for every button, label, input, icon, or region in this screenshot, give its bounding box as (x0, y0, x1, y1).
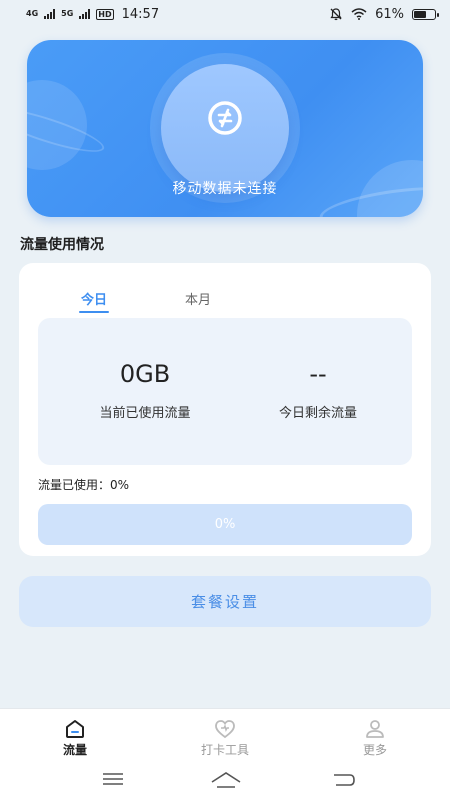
used-traffic-value: 0GB (119, 360, 171, 388)
heart-icon (215, 720, 235, 739)
home-nav-icon[interactable] (210, 770, 242, 790)
section-title: 流量使用情况 (20, 237, 104, 253)
home-icon (66, 720, 84, 738)
battery-percent: 61% (375, 6, 404, 22)
signal-bars-icon (79, 9, 91, 19)
usage-stats-box: 0GB 当前已使用流量 -- 今日剩余流量 (38, 318, 412, 465)
nav-item-traffic[interactable]: 流量 (15, 709, 135, 763)
mobile-data-off-icon (208, 101, 242, 135)
tab-month[interactable]: 本月 (185, 289, 211, 308)
wifi-icon (351, 8, 367, 20)
nav-label-checkin-tools: 打卡工具 (200, 743, 249, 757)
tab-today[interactable]: 今日 (78, 289, 110, 313)
usage-progress-bar: 0% (38, 504, 412, 545)
mute-bell-icon (330, 8, 342, 21)
back-icon[interactable] (332, 770, 356, 790)
status-time: 14:57 (121, 6, 160, 22)
status-bar: 4G 5G HD 14:57 61% (0, 0, 450, 28)
nav-label-more: 更多 (362, 743, 387, 757)
signal-4g-label: 4G (26, 9, 39, 18)
used-traffic-label: 当前已使用流量 (99, 406, 191, 421)
hd-voice-badge: HD (96, 8, 114, 20)
bottom-nav: 流量 打卡工具 更多 (0, 708, 450, 762)
usage-progress-text: 0% (214, 517, 236, 532)
battery-icon (412, 8, 439, 20)
connection-status-text: 移动数据未连接 (172, 181, 278, 197)
signal-5g-label: 5G (61, 9, 74, 18)
user-icon (366, 720, 384, 738)
usage-card: 今日 本月 0GB 当前已使用流量 -- 今日剩余流量 流量已使用：0% 0% (19, 263, 431, 556)
status-left: 4G 5G HD 14:57 (26, 7, 159, 22)
menu-icon[interactable] (102, 770, 124, 788)
connection-status-card: 移动数据未连接 (27, 40, 423, 217)
remaining-traffic-label: 今日剩余流量 (278, 406, 357, 421)
nav-item-more[interactable]: 更多 (315, 709, 435, 763)
nav-item-checkin-tools[interactable]: 打卡工具 (165, 709, 285, 763)
system-nav-bar (0, 762, 450, 800)
status-right: 61% (329, 6, 439, 22)
used-percent-line: 流量已使用：0% (38, 478, 130, 492)
plan-settings-button[interactable]: 套餐设置 (19, 576, 431, 627)
nav-label-traffic: 流量 (62, 743, 87, 757)
signal-bars-icon (44, 9, 56, 19)
remaining-traffic-value: -- (309, 360, 327, 388)
battery-level-fill (414, 10, 427, 18)
